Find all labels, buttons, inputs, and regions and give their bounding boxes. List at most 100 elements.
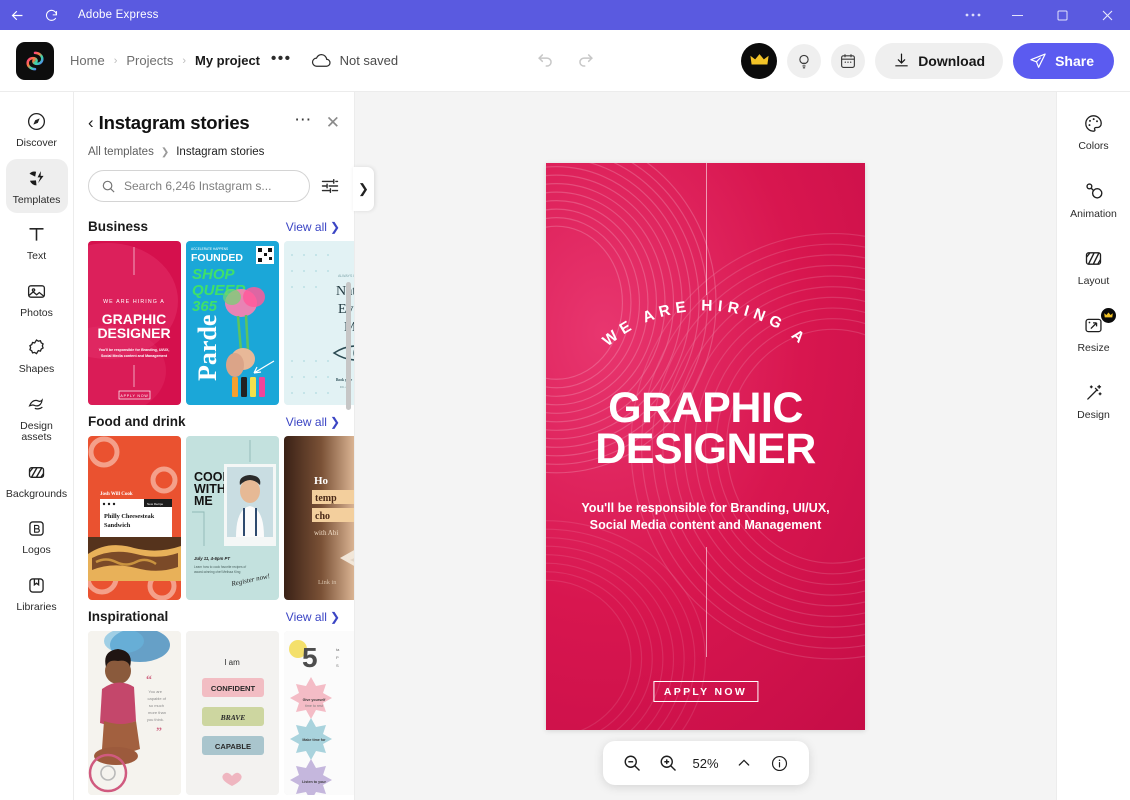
- download-button[interactable]: Download: [875, 42, 1004, 79]
- breadcrumb-my-project[interactable]: My project: [195, 53, 260, 68]
- svg-text:I am: I am: [224, 658, 240, 667]
- subtitle-line-1: You'll be responsible for Branding, UI/U…: [581, 500, 830, 515]
- panel-search-row: [74, 158, 354, 210]
- template-card[interactable]: “ You are capable of so much more than y…: [88, 631, 181, 795]
- artboard[interactable]: WE ARE HIRING A GRAPHIC DESIGNER You'll …: [546, 162, 865, 730]
- minimize-icon[interactable]: [995, 0, 1040, 30]
- zoom-out-button[interactable]: [617, 748, 647, 778]
- adobe-express-logo[interactable]: [16, 41, 54, 80]
- svg-text:Ho: Ho: [314, 475, 329, 487]
- panel-back-chevron-icon[interactable]: ›: [88, 113, 94, 133]
- sidebar-item-photos[interactable]: Photos: [6, 272, 68, 327]
- panel-title: Instagram stories: [98, 112, 250, 133]
- sidebar-item-templates[interactable]: Templates: [5, 158, 68, 214]
- view-all-food-and-drink[interactable]: View all ❯: [286, 415, 340, 429]
- back-arrow-icon[interactable]: [0, 0, 34, 30]
- template-card[interactable]: ACCELERATE HAPPENS FOUNDED SHOP QUEER 36…: [186, 241, 279, 405]
- close-icon[interactable]: [1085, 0, 1130, 30]
- view-all-inspirational[interactable]: View all ❯: [286, 610, 340, 624]
- redo-icon[interactable]: [571, 47, 599, 75]
- panel-breadcrumb: All templates ❯ Instagram stories: [88, 146, 340, 158]
- template-card[interactable]: ALWAYS LOOK Natu Eye Ma Book your DL 20: [284, 241, 354, 405]
- ideas-lightbulb-button[interactable]: [787, 43, 822, 78]
- share-paper-plane-icon: [1029, 52, 1047, 70]
- template-card[interactable]: Josh Will Cook New Recipe Philly Cheeses…: [88, 436, 181, 600]
- canvas-area[interactable]: WE ARE HIRING A GRAPHIC DESIGNER You'll …: [355, 92, 1056, 800]
- sidebar-item-shapes[interactable]: Shapes: [6, 328, 68, 383]
- search-input[interactable]: [124, 179, 297, 193]
- svg-text:New Recipe: New Recipe: [147, 502, 164, 506]
- text-icon: [26, 224, 47, 245]
- breadcrumb: Home › Projects › My project ••• Not sav…: [70, 50, 398, 72]
- canvas-info-button[interactable]: [765, 748, 795, 778]
- panel-collapse-button[interactable]: ❯: [353, 167, 374, 211]
- breadcrumb-home[interactable]: Home: [70, 53, 105, 68]
- compass-icon: [26, 111, 47, 132]
- section-title: Business: [88, 219, 149, 234]
- share-label: Share: [1055, 52, 1094, 69]
- template-card[interactable]: Ho temp cho with Abi Link in: [284, 436, 354, 600]
- svg-text:“: “: [146, 672, 152, 686]
- panel-scrollbar[interactable]: [346, 282, 351, 410]
- template-card[interactable]: 5 ta P S Give yourself time to rest Make…: [284, 631, 354, 795]
- template-card[interactable]: COOK WITH ME July 11, 4-6pm PT Learn how…: [186, 436, 279, 600]
- right-item-resize[interactable]: Resize: [1062, 308, 1126, 361]
- filter-sliders-icon[interactable]: [320, 176, 340, 196]
- template-section-business: Business View all ❯ WE ARE HIRING A GRAP…: [74, 210, 354, 405]
- sidebar-item-libraries[interactable]: Libraries: [6, 566, 68, 621]
- zoom-level-value: 52%: [692, 755, 719, 771]
- subtitle-block: You'll be responsible for Branding, UI/U…: [560, 500, 851, 535]
- panel-close-icon[interactable]: ✕: [326, 113, 340, 133]
- breadcrumb-separator-icon: ›: [182, 54, 186, 67]
- svg-text:CAPABLE: CAPABLE: [215, 742, 251, 751]
- section-title: Inspirational: [88, 609, 169, 624]
- svg-text:award-winning chef Melissa Kin: award-winning chef Melissa King: [194, 570, 241, 574]
- schedule-calendar-button[interactable]: [831, 43, 866, 78]
- panel-breadcrumb-separator-icon: ❯: [160, 146, 170, 158]
- right-item-colors[interactable]: Colors: [1062, 106, 1126, 159]
- right-item-design[interactable]: Design: [1062, 375, 1126, 428]
- chevron-right-icon: ❯: [329, 609, 340, 624]
- magic-wand-icon: [1083, 382, 1104, 403]
- sidebar-item-logos[interactable]: Logos: [6, 509, 68, 564]
- panel-breadcrumb-all-templates[interactable]: All templates: [88, 146, 154, 158]
- svg-text:July 11, 4-6pm PT: July 11, 4-6pm PT: [194, 556, 230, 561]
- template-section-inspirational: Inspirational View all ❯ “ You are capab…: [74, 600, 354, 795]
- photos-icon: [26, 281, 47, 302]
- sidebar-item-backgrounds[interactable]: Backgrounds: [6, 453, 68, 508]
- maximize-icon[interactable]: [1040, 0, 1085, 30]
- sidebar-item-label: Templates: [12, 193, 61, 206]
- templates-panel: › Instagram stories ⋯ ✕ All templates ❯ …: [74, 92, 374, 800]
- apply-now-cta: APPLY NOW: [652, 680, 759, 702]
- premium-crown-button[interactable]: [741, 42, 778, 79]
- right-sidebar: Colors Animation Layout Resize Design: [1056, 92, 1130, 800]
- right-item-animation[interactable]: Animation: [1062, 173, 1126, 227]
- svg-text:WE ARE HIRING A: WE ARE HIRING A: [103, 299, 165, 305]
- template-card[interactable]: I am CONFIDENT BRAVE CAPABLE: [186, 631, 279, 795]
- window-titlebar: Adobe Express: [0, 0, 1130, 30]
- right-item-layout[interactable]: Layout: [1062, 241, 1126, 294]
- zoom-menu-chevron-up-icon[interactable]: [729, 748, 759, 778]
- titlebar-more-icon[interactable]: [950, 0, 995, 30]
- refresh-icon[interactable]: [34, 0, 68, 30]
- breadcrumb-projects[interactable]: Projects: [126, 53, 173, 68]
- templates-scroll-area[interactable]: Business View all ❯ WE ARE HIRING A GRAP…: [74, 210, 354, 800]
- undo-icon[interactable]: [531, 47, 559, 75]
- panel-more-options-icon[interactable]: ⋯: [294, 110, 313, 136]
- zoom-in-button[interactable]: [653, 748, 683, 778]
- sidebar-item-text[interactable]: Text: [6, 215, 68, 270]
- sidebar-item-label: Discover: [16, 137, 57, 149]
- svg-text:P: P: [336, 655, 339, 660]
- view-all-business[interactable]: View all ❯: [286, 220, 340, 234]
- template-card[interactable]: WE ARE HIRING A GRAPHIC DESIGNER You'll …: [88, 241, 181, 405]
- svg-text:so much: so much: [149, 703, 164, 708]
- search-box[interactable]: [88, 170, 310, 202]
- svg-text:Listen to your: Listen to your: [302, 780, 326, 784]
- svg-text:WE ARE HIRING A: WE ARE HIRING A: [600, 297, 812, 350]
- svg-text:you think.: you think.: [147, 717, 164, 722]
- project-more-options[interactable]: •••: [271, 50, 292, 72]
- headline-line-2: DESIGNER: [595, 424, 816, 473]
- sidebar-item-discover[interactable]: Discover: [6, 102, 68, 157]
- sidebar-item-design-assets[interactable]: Design assets: [6, 385, 68, 451]
- share-button[interactable]: Share: [1013, 42, 1114, 79]
